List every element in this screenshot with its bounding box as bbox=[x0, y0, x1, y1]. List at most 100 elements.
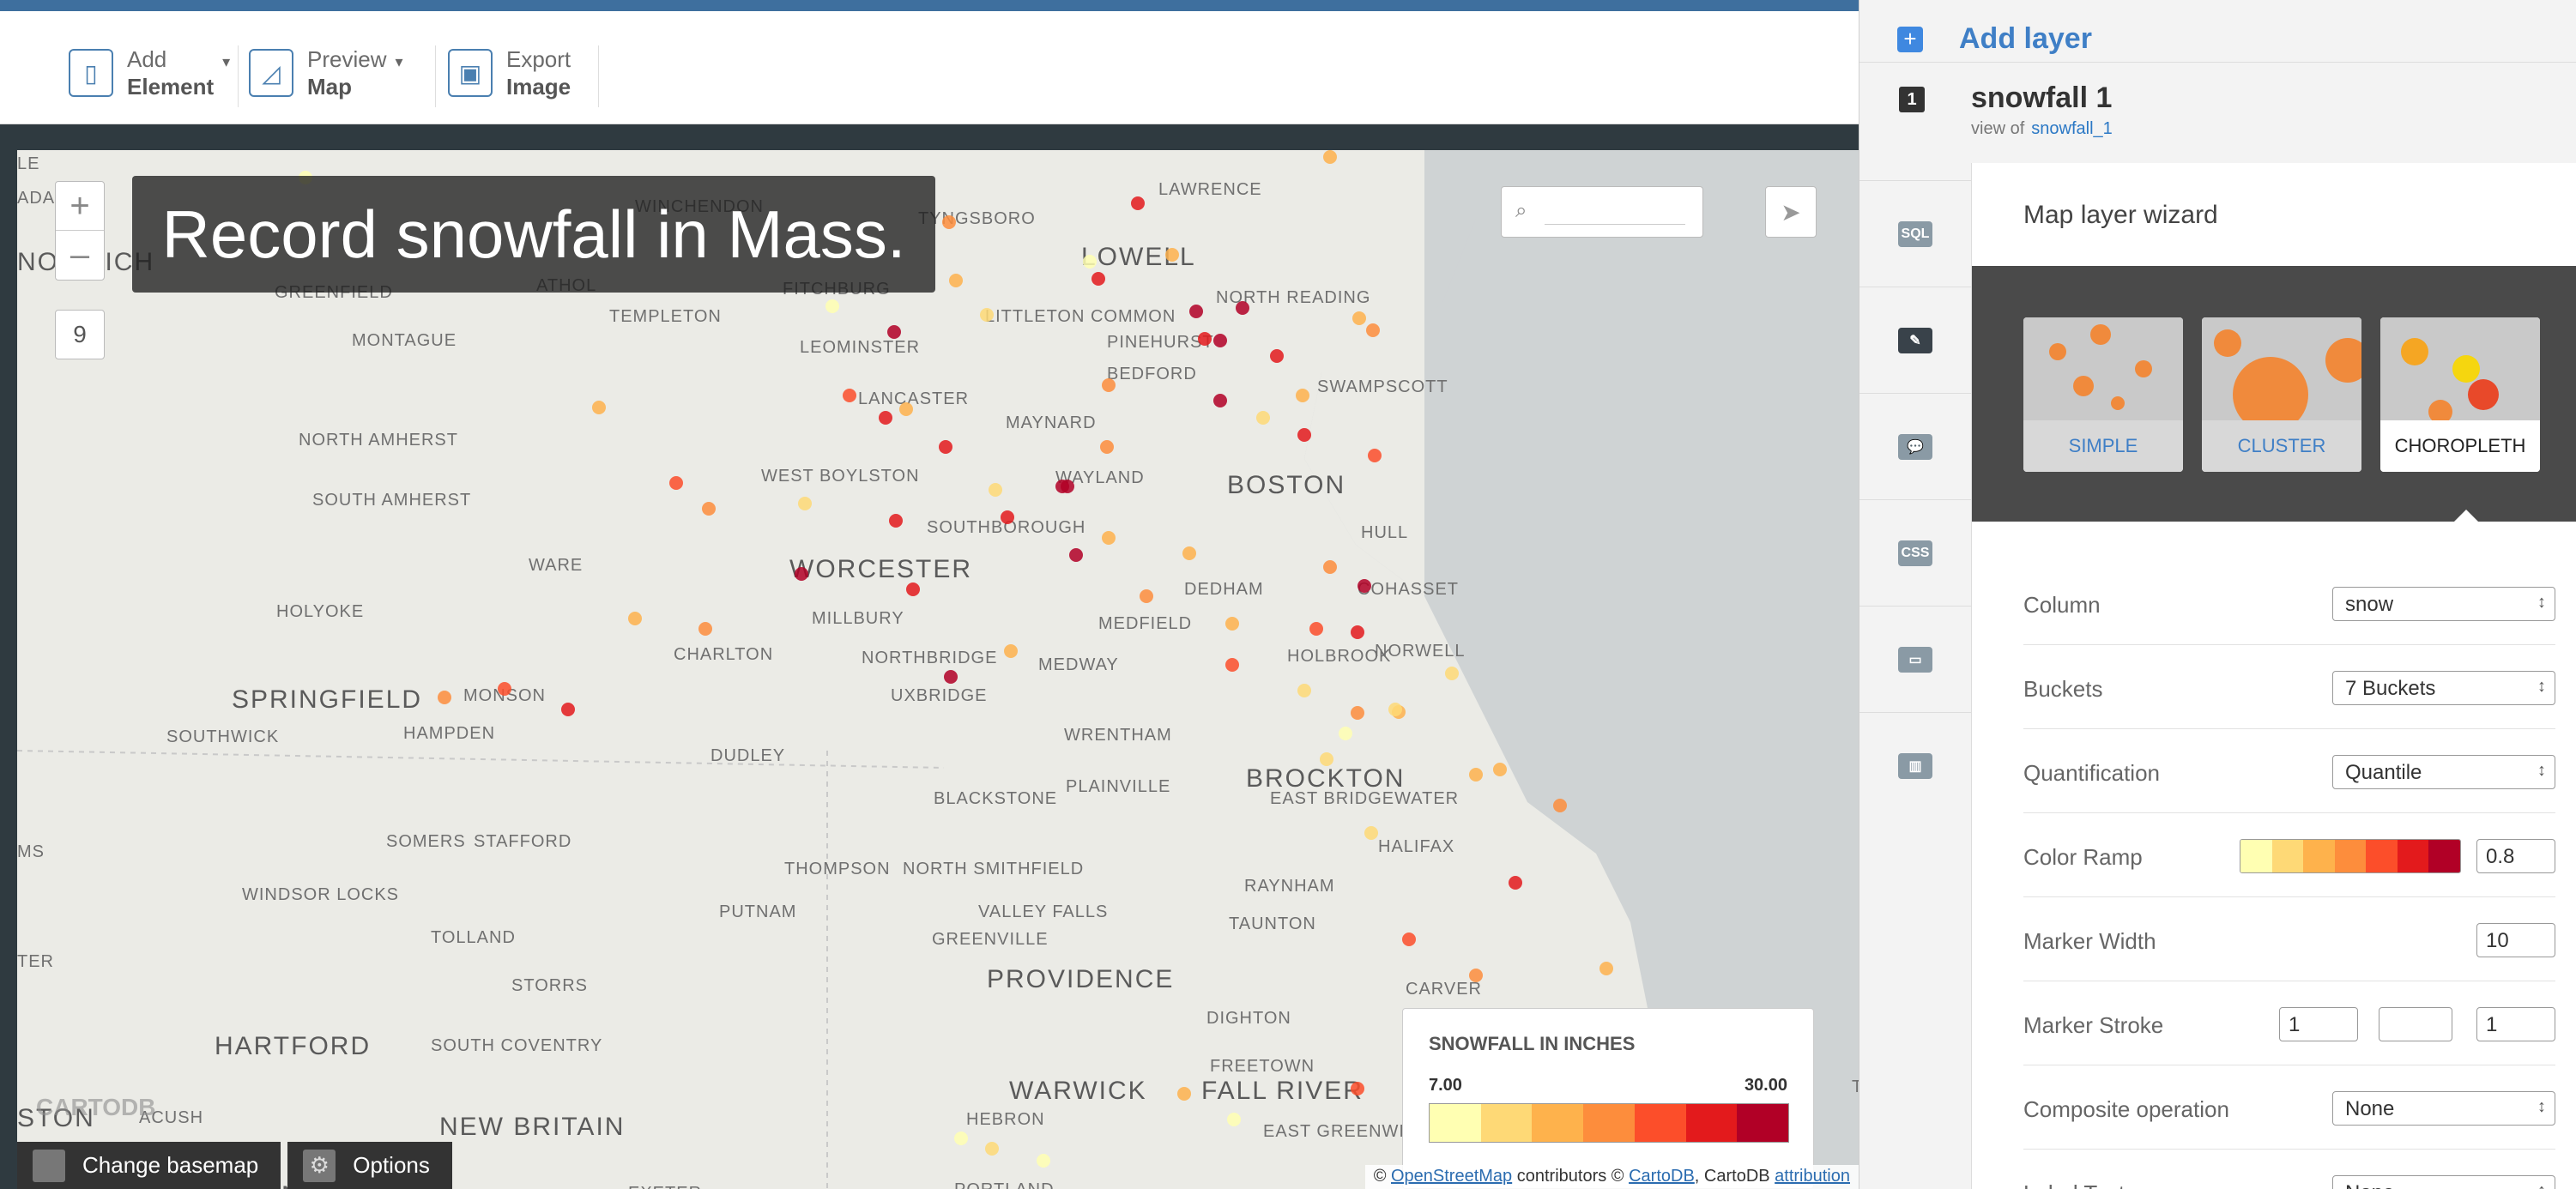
snowfall-marker[interactable] bbox=[1225, 617, 1239, 631]
snowfall-marker[interactable] bbox=[985, 1142, 999, 1156]
filters-tool[interactable]: ▥ bbox=[1859, 712, 1971, 818]
snowfall-marker[interactable] bbox=[1366, 323, 1380, 337]
snowfall-marker[interactable] bbox=[1270, 349, 1284, 363]
snowfall-marker[interactable] bbox=[1091, 272, 1105, 286]
snowfall-marker[interactable] bbox=[592, 401, 606, 414]
snowfall-marker[interactable] bbox=[1236, 301, 1249, 315]
options-button[interactable]: ⚙ Options bbox=[287, 1142, 452, 1189]
snowfall-marker[interactable] bbox=[825, 299, 839, 313]
add-layer-button[interactable]: + Add layer bbox=[1897, 22, 2092, 56]
snowfall-marker[interactable] bbox=[939, 440, 952, 454]
share-button[interactable]: ➤ bbox=[1765, 186, 1817, 238]
layer-name[interactable]: snowfall 1 bbox=[1971, 81, 2112, 115]
snowfall-marker[interactable] bbox=[628, 612, 642, 625]
snowfall-marker[interactable] bbox=[438, 691, 451, 704]
snowfall-marker[interactable] bbox=[1368, 449, 1382, 462]
snowfall-marker[interactable] bbox=[906, 582, 920, 596]
chevron-down-icon[interactable]: ▾ bbox=[395, 53, 402, 71]
snowfall-marker[interactable] bbox=[1358, 579, 1371, 593]
layer-table-link[interactable]: snowfall_1 bbox=[2031, 119, 2113, 138]
snowfall-marker[interactable] bbox=[1131, 196, 1145, 210]
snowfall-marker[interactable] bbox=[1323, 560, 1337, 574]
wizard-tool[interactable]: ✎ bbox=[1859, 287, 1971, 393]
cartodb-link[interactable]: CartoDB bbox=[1629, 1167, 1695, 1186]
snowfall-marker[interactable] bbox=[899, 402, 913, 416]
osm-link[interactable]: OpenStreetMap bbox=[1391, 1167, 1512, 1186]
snowfall-marker[interactable] bbox=[1509, 876, 1522, 890]
snowfall-marker[interactable] bbox=[1037, 1154, 1050, 1168]
snowfall-marker[interactable] bbox=[1069, 548, 1083, 562]
snowfall-marker[interactable] bbox=[843, 389, 856, 402]
snowfall-marker[interactable] bbox=[1055, 480, 1069, 493]
composite-select[interactable]: None bbox=[2332, 1091, 2555, 1126]
snowfall-marker[interactable] bbox=[989, 483, 1002, 497]
attribution-link[interactable]: attribution bbox=[1775, 1167, 1850, 1186]
zoom-in-button[interactable]: + bbox=[56, 182, 104, 231]
snowfall-marker[interactable] bbox=[1227, 1113, 1241, 1126]
snowfall-marker[interactable] bbox=[1323, 150, 1337, 164]
snowfall-marker[interactable] bbox=[1351, 1082, 1364, 1095]
snowfall-marker[interactable] bbox=[1083, 255, 1097, 269]
stroke-width-stepper[interactable]: 1 bbox=[2279, 1007, 2358, 1041]
change-basemap-button[interactable]: Change basemap bbox=[17, 1142, 281, 1189]
snowfall-marker[interactable] bbox=[1297, 684, 1311, 697]
snowfall-marker[interactable] bbox=[798, 497, 812, 510]
stroke-color-picker[interactable] bbox=[2379, 1007, 2452, 1041]
snowfall-marker[interactable] bbox=[1493, 763, 1507, 776]
snowfall-marker[interactable] bbox=[698, 622, 712, 636]
snowfall-marker[interactable] bbox=[1320, 752, 1333, 766]
snowfall-marker[interactable] bbox=[1553, 799, 1567, 812]
snowfall-marker[interactable] bbox=[1469, 768, 1483, 782]
infowindow-tool[interactable]: 💬 bbox=[1859, 393, 1971, 499]
snowfall-marker[interactable] bbox=[1351, 706, 1364, 720]
snowfall-marker[interactable] bbox=[1102, 531, 1116, 545]
snowfall-marker[interactable] bbox=[795, 567, 808, 581]
wizard-simple-card[interactable]: SIMPLE bbox=[2023, 317, 2183, 472]
snowfall-marker[interactable] bbox=[1004, 644, 1018, 658]
snowfall-marker[interactable] bbox=[879, 411, 892, 425]
snowfall-marker[interactable] bbox=[1297, 428, 1311, 442]
snowfall-marker[interactable] bbox=[1309, 622, 1323, 636]
zoom-out-button[interactable]: – bbox=[56, 231, 104, 280]
snowfall-marker[interactable] bbox=[1445, 667, 1459, 680]
preview-map-button[interactable]: ◿ Preview Map ▾ bbox=[249, 37, 403, 109]
snowfall-marker[interactable] bbox=[1182, 546, 1196, 560]
snowfall-marker[interactable] bbox=[1339, 727, 1352, 740]
label-text-select[interactable]: None bbox=[2332, 1175, 2555, 1189]
snowfall-marker[interactable] bbox=[942, 215, 956, 229]
marker-width-stepper[interactable]: 10 bbox=[2476, 923, 2555, 957]
sql-tool[interactable]: SQL bbox=[1859, 180, 1971, 287]
snowfall-marker[interactable] bbox=[1213, 334, 1227, 347]
snowfall-marker[interactable] bbox=[1351, 625, 1364, 639]
snowfall-marker[interactable] bbox=[954, 1132, 968, 1145]
snowfall-marker[interactable] bbox=[1189, 305, 1203, 318]
snowfall-marker[interactable] bbox=[889, 514, 903, 528]
export-image-button[interactable]: ▣ Export Image bbox=[448, 37, 571, 109]
snowfall-marker[interactable] bbox=[1140, 589, 1153, 603]
column-select[interactable]: snow bbox=[2332, 587, 2555, 621]
wizard-cluster-card[interactable]: CLUSTER bbox=[2202, 317, 2361, 472]
snowfall-marker[interactable] bbox=[1599, 962, 1613, 975]
snowfall-marker[interactable] bbox=[1402, 932, 1416, 946]
legend-tool[interactable]: ▭ bbox=[1859, 606, 1971, 712]
snowfall-marker[interactable] bbox=[1256, 411, 1270, 425]
snowfall-marker[interactable] bbox=[1469, 969, 1483, 982]
snowfall-marker[interactable] bbox=[1102, 378, 1116, 392]
snowfall-marker[interactable] bbox=[1388, 703, 1402, 716]
wizard-choropleth-card[interactable]: CHOROPLETH bbox=[2380, 317, 2540, 472]
snowfall-marker[interactable] bbox=[498, 682, 511, 696]
add-element-button[interactable]: ▯ Add Element ▾ bbox=[69, 37, 230, 109]
snowfall-marker[interactable] bbox=[1100, 440, 1114, 454]
snowfall-marker[interactable] bbox=[1364, 826, 1378, 840]
quantification-select[interactable]: Quantile bbox=[2332, 755, 2555, 789]
snowfall-marker[interactable] bbox=[669, 476, 683, 490]
chevron-down-icon[interactable]: ▾ bbox=[222, 53, 230, 71]
stroke-opacity-stepper[interactable]: 1 bbox=[2476, 1007, 2555, 1041]
css-tool[interactable]: CSS bbox=[1859, 499, 1971, 606]
snowfall-marker[interactable] bbox=[980, 308, 994, 322]
snowfall-marker[interactable] bbox=[1296, 389, 1309, 402]
snowfall-marker[interactable] bbox=[1213, 394, 1227, 407]
snowfall-marker[interactable] bbox=[1177, 1087, 1191, 1101]
snowfall-marker[interactable] bbox=[1001, 510, 1014, 524]
snowfall-marker[interactable] bbox=[1198, 332, 1212, 346]
